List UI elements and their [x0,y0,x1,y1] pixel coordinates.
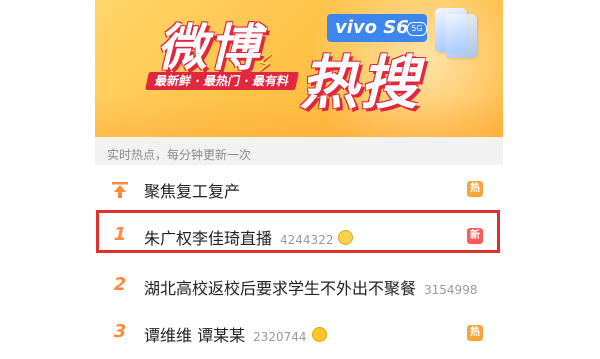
section-header-text: 实时热点，每分钟更新一次 [107,148,252,162]
hot-item-title: 谭维维 谭某某 2320744 [144,322,327,346]
hot-list-item[interactable]: 2 湖北高校返校后要求学生不外出不聚餐 3154998 [95,262,503,313]
hot-item-title: 湖北高校返校后要求学生不外出不聚餐 3154998 [144,279,478,298]
hot-item-count: 2320744 [253,330,307,344]
hot-list-item-pinned[interactable]: 聚焦复工复产 热 [95,165,503,216]
banner-tagline: 最新鲜 · 最热门 · 最有料 [145,72,299,90]
hot-item-title: 聚焦复工复产 [144,182,241,201]
cat-emoji-icon [338,230,354,245]
banner-title-weibo: 微博 [157,19,261,77]
weibo-hot-search-banner[interactable]: vivo S6 5G 微博 ⚡ 热搜 最新鲜 · 最热门 · 最有料 [95,0,503,137]
smile-emoji-icon [311,327,327,342]
hot-search-panel: vivo S6 5G 微博 ⚡ 热搜 最新鲜 · 最热门 · 最有料 实时热点，… [95,0,503,359]
phone-image-back [445,14,477,58]
rank-number: 1 [113,224,127,245]
new-badge: 新 [467,228,483,244]
hot-badge: 热 [467,181,483,197]
hot-list-item[interactable]: 3 谭维维 谭某某 2320744 热 [95,309,503,359]
brand-5g-badge: 5G [407,22,427,36]
hot-list-item[interactable]: 1 朱广权李佳琦直播 4244322 新 [95,212,503,263]
hot-item-count: 3154998 [424,283,478,297]
hot-badge: 热 [467,325,483,341]
hot-item-title: 朱广权李佳琦直播 4244322 [144,225,354,249]
rank-number: 3 [113,321,127,342]
rank-number: 2 [113,274,127,295]
banner-title-resou: 热搜 [300,49,421,117]
pin-up-icon [112,182,128,198]
hot-item-count: 4244322 [280,233,334,247]
banner-stripe [95,95,503,137]
